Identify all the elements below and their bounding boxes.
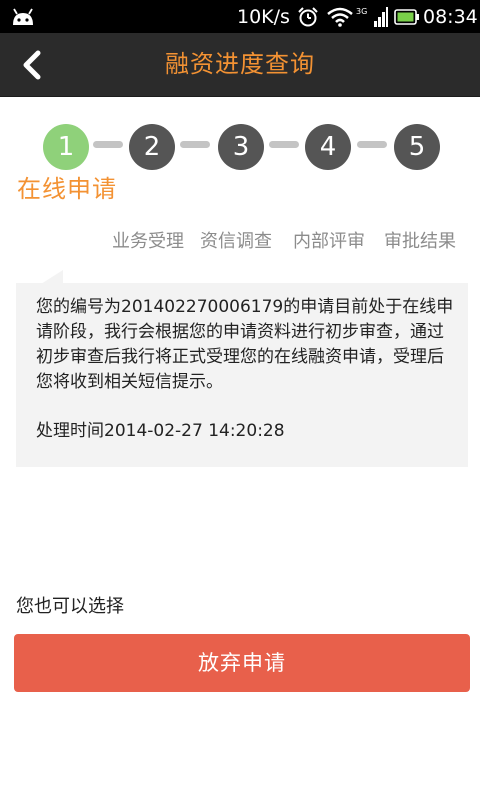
step-5: 5 xyxy=(394,124,440,170)
abandon-application-button[interactable]: 放弃申请 xyxy=(14,634,470,692)
battery-icon xyxy=(394,9,419,25)
step-connector xyxy=(93,141,123,148)
current-stage-title: 在线申请 xyxy=(17,175,117,203)
step-3: 3 xyxy=(218,124,264,170)
step-1: 1 xyxy=(43,124,89,170)
svg-text:3G: 3G xyxy=(356,7,367,16)
choose-label: 您也可以选择 xyxy=(16,596,124,617)
signal-icon: 3G xyxy=(356,7,388,27)
status-message-box: 您的编号为20140227000617​9的申请目前处于在线申请阶段，我行会根据… xyxy=(16,283,468,467)
step-4: 4 xyxy=(305,124,351,170)
status-bar: 10K/s 3G 08:34 xyxy=(0,0,480,33)
process-time: 处理时间2014-02-27 14:20:28 xyxy=(36,421,285,441)
title-bar: 融资进度查询 xyxy=(0,33,480,97)
status-message: 您的编号为20140227000617​9的申请目前处于在线申请阶段，我行会根据… xyxy=(36,297,454,392)
android-icon xyxy=(13,8,33,25)
network-speed: 10K/s xyxy=(237,6,290,28)
step-connector xyxy=(269,141,299,148)
stage-label-review: 内部评审 xyxy=(293,231,365,252)
stage-label-result: 审批结果 xyxy=(384,231,456,252)
step-connector xyxy=(357,141,387,148)
stage-label-credit: 资信调查 xyxy=(200,231,272,252)
alarm-icon xyxy=(298,7,318,27)
page-title: 融资进度查询 xyxy=(165,50,315,78)
wifi-icon xyxy=(327,7,353,27)
stage-labels: 业务受理 资信调查 内部评审 审批结果 xyxy=(8,229,472,255)
main-content: 1 2 3 4 5 在线申请 业务受理 资信调查 内部评审 审批结果 您的编号为… xyxy=(8,97,472,720)
step-connector xyxy=(180,141,210,148)
bubble-tip xyxy=(41,270,63,284)
step-2: 2 xyxy=(129,124,175,170)
clock: 08:34 xyxy=(423,6,478,28)
stage-label-business: 业务受理 xyxy=(112,231,184,252)
